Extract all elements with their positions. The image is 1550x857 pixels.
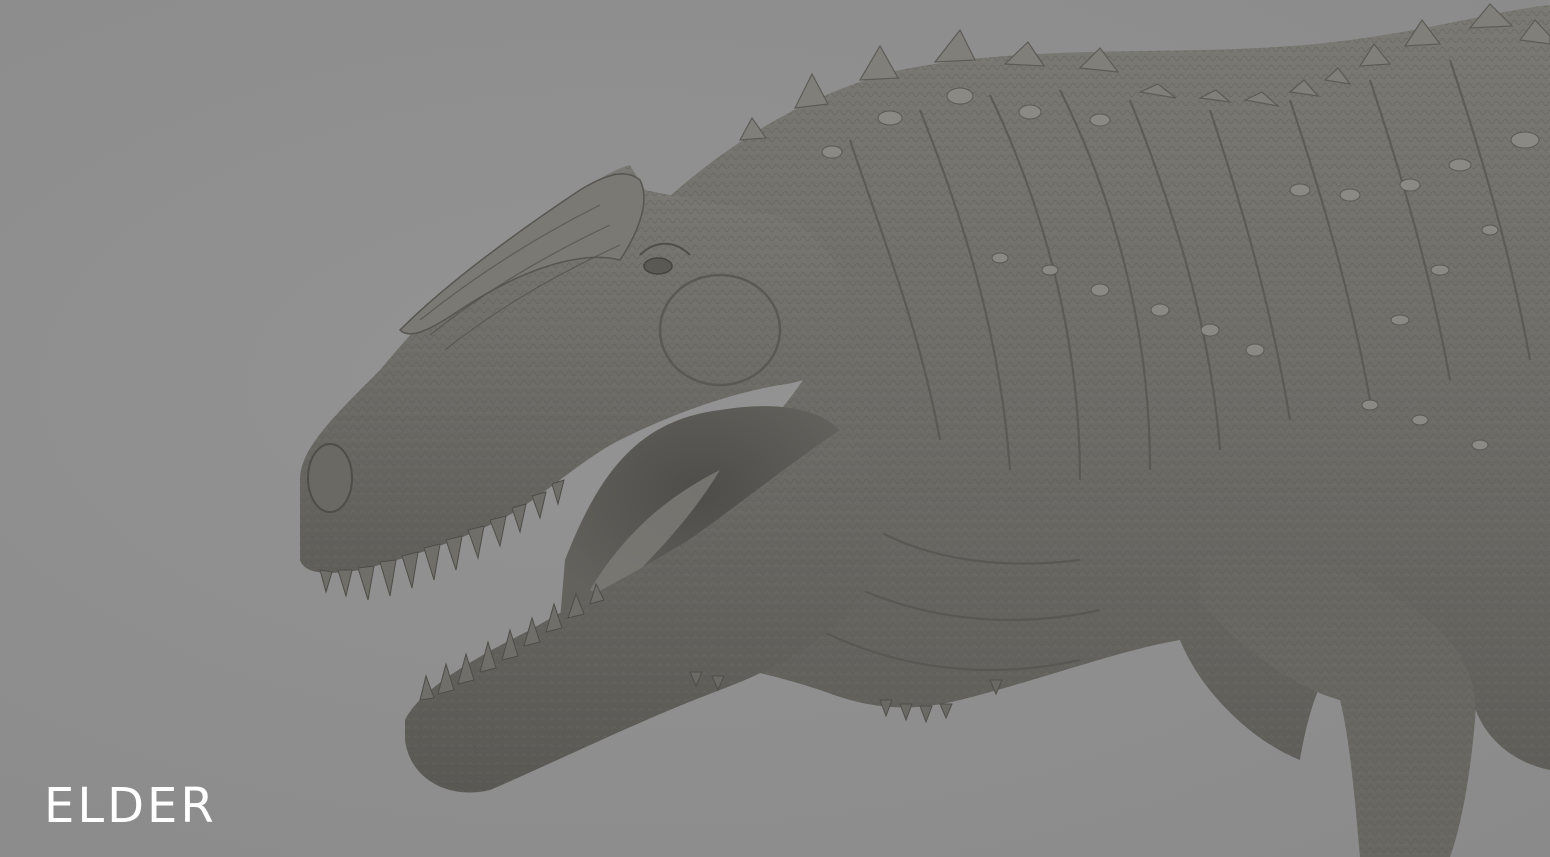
eye-icon (643, 257, 673, 275)
model-name-label: ELDER (44, 778, 217, 834)
nostril (307, 443, 353, 513)
render-viewport: ELDER (0, 0, 1550, 857)
dinosaur-sculpt (300, 3, 1550, 857)
